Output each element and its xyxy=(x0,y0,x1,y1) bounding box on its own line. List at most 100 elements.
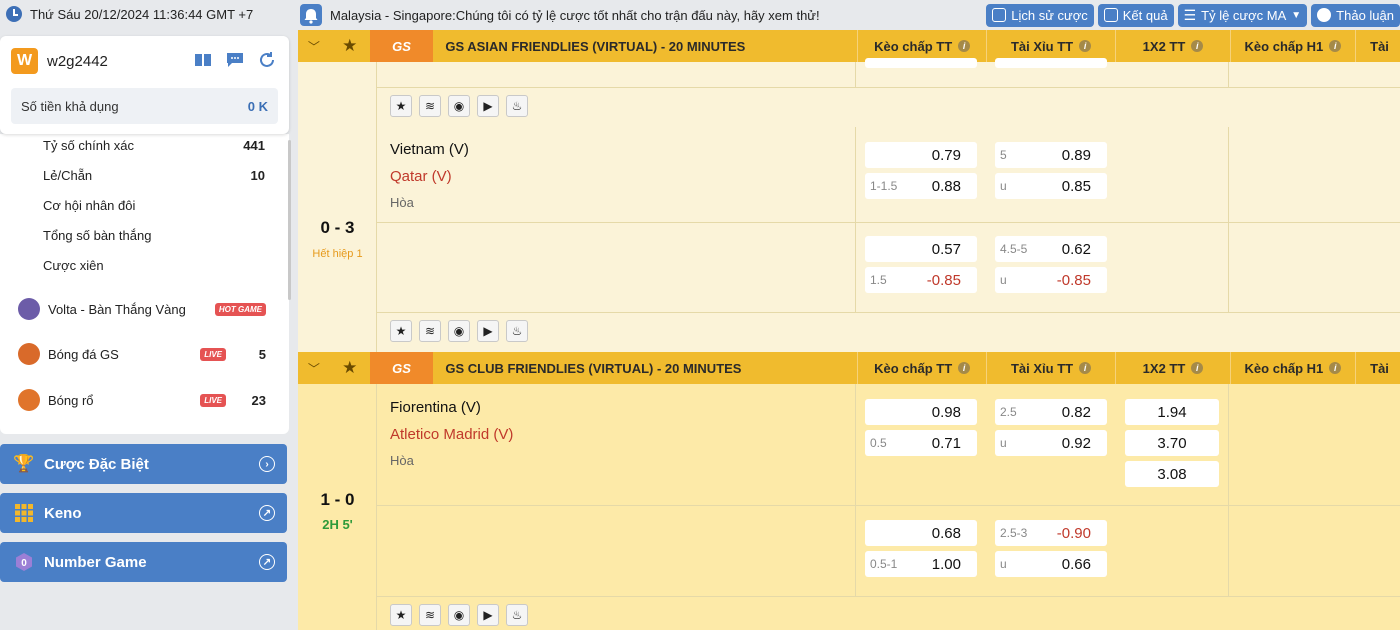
ou-line: 4.5-5 xyxy=(1000,242,1028,256)
favorite-star-icon[interactable]: ★ xyxy=(390,95,412,117)
column-label: Kèo chấp H1 xyxy=(1244,38,1324,54)
sidebar-item-double-chance[interactable]: Cơ hội nhân đôi xyxy=(43,198,265,213)
odds-button-over[interactable]: 4.5-5 0.62 xyxy=(995,236,1107,262)
odds-cell-partial[interactable] xyxy=(995,58,1107,68)
ou-line: u xyxy=(1000,557,1007,571)
play-video-icon[interactable]: ▶ xyxy=(477,95,499,117)
bell-icon[interactable] xyxy=(300,4,322,26)
sidebar-item-correct-score[interactable]: Tỷ số chính xác 441 xyxy=(43,138,265,153)
column-label: Tài Xỉu TT xyxy=(1010,38,1074,54)
odds-button-handicap-away[interactable]: 0.5-1 1.00 xyxy=(865,551,977,577)
number-game-label: Number Game xyxy=(44,553,147,571)
sidebar-sport-basketball[interactable]: Bóng rổ LIVE 23 xyxy=(18,389,266,411)
odds-price: 0.98 xyxy=(931,404,961,421)
info-icon[interactable]: i xyxy=(1329,40,1342,52)
odds-button-under[interactable]: u 0.66 xyxy=(995,551,1107,577)
chevron-down-icon[interactable]: ﹀ xyxy=(298,38,330,55)
sidebar-item-label: Tổng số bàn thắng xyxy=(43,228,152,243)
sidebar-item-label: Cược xiên xyxy=(43,258,104,273)
odds-button-under[interactable]: u -0.85 xyxy=(995,267,1107,293)
bet-history-button[interactable]: Lịch sử cược xyxy=(986,3,1094,27)
league-name: GS CLUB FRIENDLIES (VIRTUAL) - 20 MINUTE… xyxy=(445,360,742,376)
results-button[interactable]: Kết quả xyxy=(1097,3,1174,27)
odds-button-1x2-draw[interactable]: 3.08 xyxy=(1125,461,1219,487)
sidebar-scrollbar[interactable] xyxy=(288,140,291,300)
odds-button-handicap-away[interactable]: 1-1.5 0.88 xyxy=(865,173,977,199)
ou-line: 2.5 xyxy=(1000,405,1017,419)
odds-button-1x2-home[interactable]: 1.94 xyxy=(1125,399,1219,425)
odds-button-over[interactable]: 5 0.89 xyxy=(995,142,1107,168)
handicap-line: 1-1.5 xyxy=(870,179,898,193)
stats-icon[interactable]: ≋ xyxy=(419,604,441,626)
play-video-icon[interactable]: ▶ xyxy=(477,604,499,626)
odds-button-handicap-home[interactable]: 0.57 xyxy=(865,236,977,262)
odds-button-under[interactable]: u 0.92 xyxy=(995,430,1107,456)
info-icon[interactable]: i xyxy=(958,362,971,374)
username: w2g2442 xyxy=(47,53,108,70)
message-icon[interactable] xyxy=(225,50,245,70)
favorite-star-icon[interactable]: ★ xyxy=(390,604,412,626)
keno-button[interactable]: Keno ↗ xyxy=(0,493,287,533)
play-video-icon[interactable]: ▶ xyxy=(477,320,499,342)
sidebar-item-odd-even[interactable]: Lẻ/Chẵn 10 xyxy=(43,168,265,183)
book-icon[interactable] xyxy=(193,50,213,70)
keno-label: Keno xyxy=(44,504,82,522)
favorite-star-icon[interactable]: ★ xyxy=(390,320,412,342)
info-icon[interactable]: i xyxy=(1191,40,1204,52)
info-icon[interactable]: i xyxy=(1079,362,1092,374)
match-row-vietnam-qatar: 0 - 3 Hết hiệp 1 Vietnam (V) Qatar (V) H… xyxy=(298,127,1400,352)
hot-fire-icon[interactable]: ♨ xyxy=(506,604,528,626)
favorite-star-icon[interactable]: ★ xyxy=(330,358,370,378)
sidebar-sport-gs-football[interactable]: Bóng đá GS LIVE 5 xyxy=(18,343,266,365)
odds-cell-partial[interactable] xyxy=(865,58,977,68)
special-bets-button[interactable]: 🏆 Cược Đặc Biệt › xyxy=(0,444,287,484)
info-icon[interactable]: i xyxy=(1079,40,1092,52)
odds-button-under[interactable]: u 0.85 xyxy=(995,173,1107,199)
odds-price: 0.82 xyxy=(1061,404,1091,421)
sidebar-item-count: 10 xyxy=(250,168,265,183)
odds-price: 1.00 xyxy=(931,556,961,573)
odds-type-dropdown[interactable]: ☰ Tỷ lệ cược MA ▼ xyxy=(1177,3,1308,27)
away-team: Atletico Madrid (V) xyxy=(390,426,514,443)
column-header-handicap-h1: Kèo chấp H1 i xyxy=(1229,352,1355,384)
odds-button-handicap-home[interactable]: 0.68 xyxy=(865,520,977,546)
discussion-button[interactable]: Thảo luận xyxy=(1311,3,1400,27)
sidebar-sport-volta[interactable]: Volta - Bàn Thắng Vàng HOT GAME xyxy=(18,298,266,320)
odds-button-handicap-away[interactable]: 0.5 0.71 xyxy=(865,430,977,456)
odds-button-1x2-away[interactable]: 3.70 xyxy=(1125,430,1219,456)
info-icon[interactable]: i xyxy=(1191,362,1204,374)
hot-fire-icon[interactable]: ♨ xyxy=(506,320,528,342)
list-icon: ☰ xyxy=(1183,6,1197,23)
odds-button-over[interactable]: 2.5-3 -0.90 xyxy=(995,520,1107,546)
odds-price: 0.79 xyxy=(931,147,961,164)
sidebar-item-total-goals[interactable]: Tổng số bàn thắng xyxy=(43,228,265,243)
chat-icon xyxy=(1317,8,1332,22)
match-score: 1 - 0 xyxy=(320,490,355,509)
number-game-button[interactable]: 0 Number Game ↗ xyxy=(0,542,287,582)
favorite-star-icon[interactable]: ★ xyxy=(330,36,370,56)
sidebar-item-parlay[interactable]: Cược xiên xyxy=(43,258,265,273)
column-header-over-under-h1: Tài xyxy=(1355,352,1400,384)
svg-text:0: 0 xyxy=(21,558,27,569)
stats-icon[interactable]: ≋ xyxy=(419,320,441,342)
league-header[interactable]: ﹀ ★ GS GS CLUB FRIENDLIES (VIRTUAL) - 20… xyxy=(298,352,1400,384)
league-header[interactable]: ﹀ ★ GS GS ASIAN FRIENDLIES (VIRTUAL) - 2… xyxy=(298,30,1400,62)
match-score: 0 - 3 xyxy=(320,218,355,237)
hot-fire-icon[interactable]: ♨ xyxy=(506,95,528,117)
stats-icon[interactable]: ≋ xyxy=(419,95,441,117)
info-icon[interactable]: i xyxy=(958,40,971,52)
odds-button-handicap-home[interactable]: 0.79 xyxy=(865,142,977,168)
sport-count: 5 xyxy=(258,346,266,362)
match-block-partial: ★ ≋ ◉ ▶ ♨ xyxy=(298,58,1400,127)
view-icon[interactable]: ◉ xyxy=(448,95,470,117)
view-icon[interactable]: ◉ xyxy=(448,604,470,626)
info-icon[interactable]: i xyxy=(1329,362,1342,374)
odds-button-handicap-home[interactable]: 0.98 xyxy=(865,399,977,425)
refresh-icon[interactable] xyxy=(257,50,277,70)
chevron-down-icon[interactable]: ﹀ xyxy=(298,360,330,377)
balance-value: 0 K xyxy=(247,98,268,114)
view-icon[interactable]: ◉ xyxy=(448,320,470,342)
odds-button-handicap-away[interactable]: 1.5 -0.85 xyxy=(865,267,977,293)
odds-button-over[interactable]: 2.5 0.82 xyxy=(995,399,1107,425)
odds-type-label: Tỷ lệ cược MA xyxy=(1201,7,1287,23)
